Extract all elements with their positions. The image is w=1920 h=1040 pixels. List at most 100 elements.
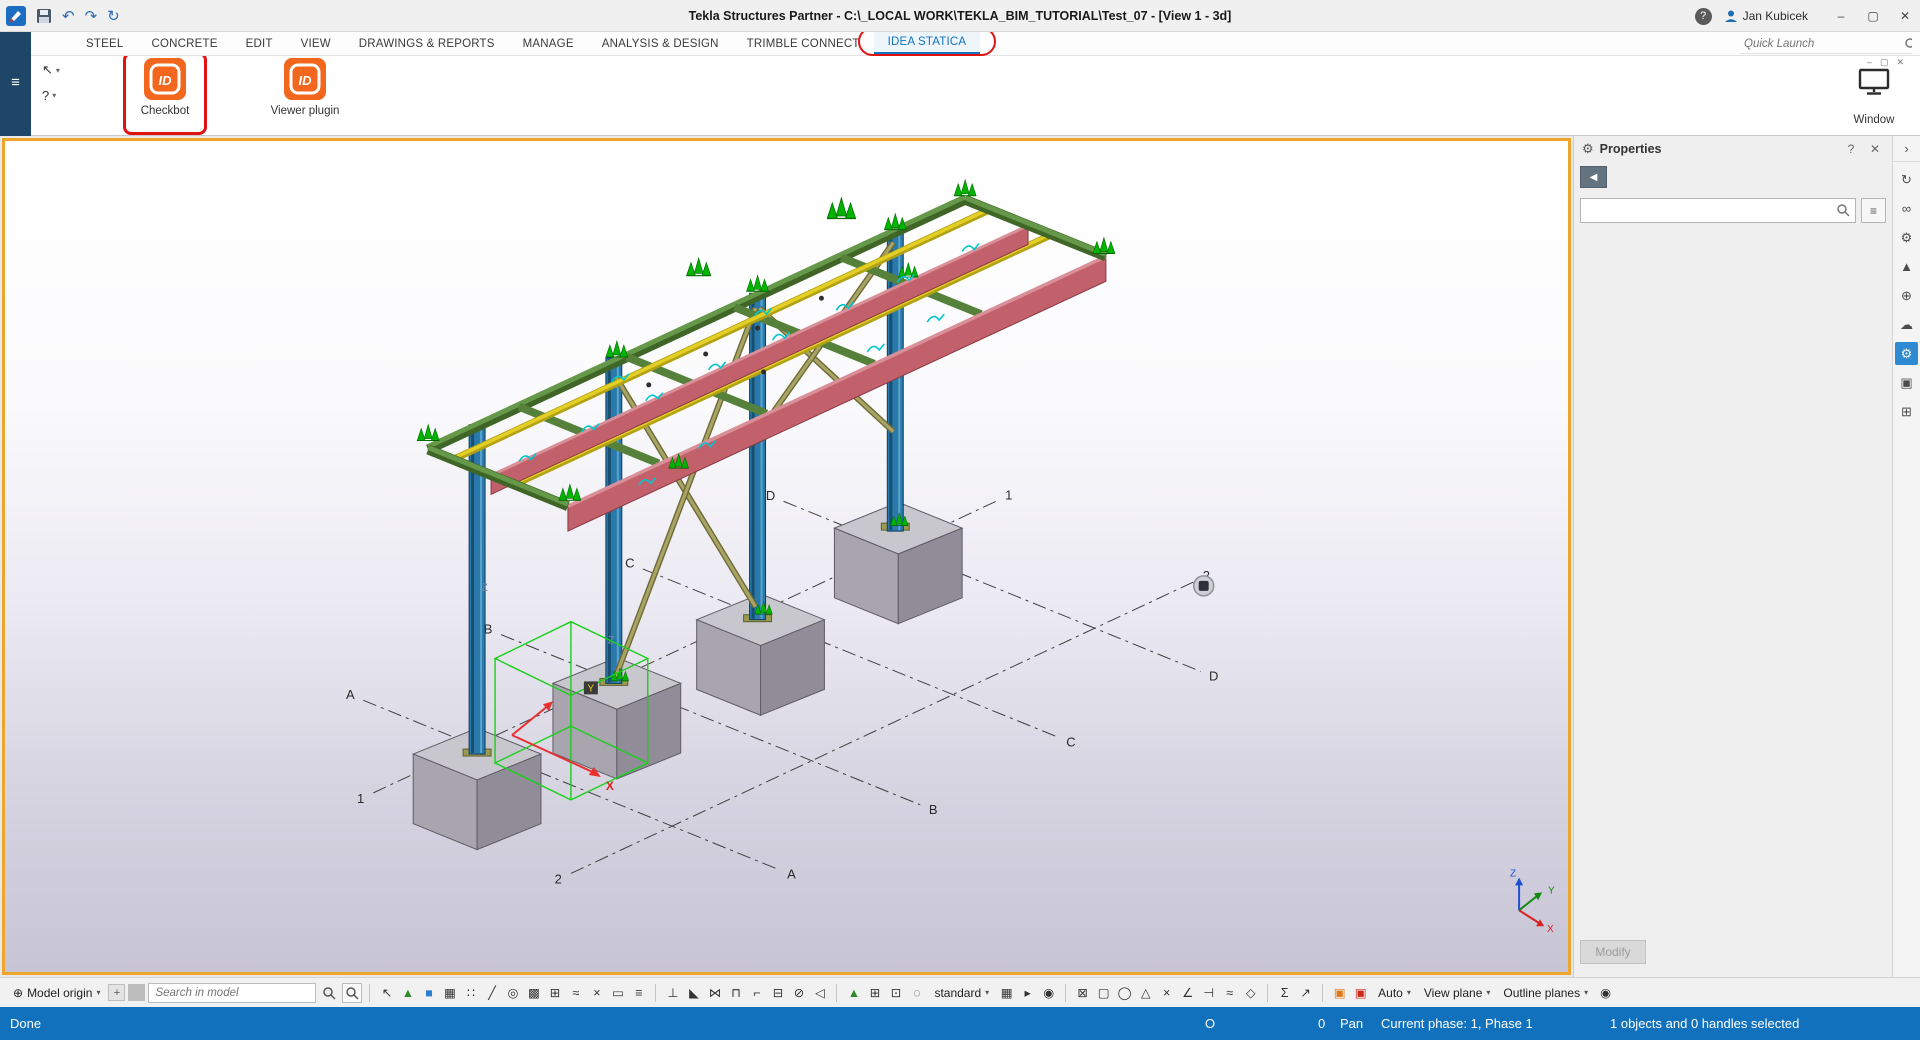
- pane-expand-icon[interactable]: ›: [1893, 136, 1920, 162]
- snap-intersection-icon[interactable]: ⋈: [705, 983, 724, 1002]
- view-tool-circle-icon[interactable]: ◯: [1115, 983, 1134, 1002]
- select-switch-icon[interactable]: ↖: [377, 983, 396, 1002]
- tab-idea-statica[interactable]: IDEA STATICA: [874, 32, 981, 55]
- mdi-restore-icon[interactable]: ▢: [1880, 57, 1889, 68]
- model-search-options-button[interactable]: [342, 983, 362, 1003]
- rotation-center-icon[interactable]: [1194, 576, 1214, 596]
- close-button[interactable]: ✕: [1890, 2, 1920, 30]
- mdi-minimize-icon[interactable]: –: [1867, 57, 1872, 68]
- select-grids-icon[interactable]: ⊞: [545, 983, 564, 1002]
- column-3[interactable]: [750, 293, 766, 619]
- snap-nearest-icon[interactable]: ◁: [810, 983, 829, 1002]
- cut-plane-tool-icon[interactable]: ▣: [1351, 983, 1370, 1002]
- view-tool-angle-icon[interactable]: ∠: [1178, 983, 1197, 1002]
- viewer-plugin-button[interactable]: ID Viewer plugin: [266, 58, 344, 134]
- save-icon[interactable]: [36, 8, 52, 24]
- tab-steel[interactable]: STEEL: [72, 32, 137, 55]
- properties-list-button[interactable]: ≡: [1861, 198, 1886, 223]
- select-surfaces-icon[interactable]: ◎: [503, 983, 522, 1002]
- learning-icon[interactable]: ▲: [1895, 255, 1918, 278]
- help-icon[interactable]: ?: [1695, 8, 1712, 25]
- tab-drawings-reports[interactable]: DRAWINGS & REPORTS: [345, 32, 509, 55]
- tab-concrete[interactable]: CONCRETE: [137, 32, 231, 55]
- window-icon[interactable]: [1857, 68, 1891, 96]
- modify-button[interactable]: Modify: [1580, 940, 1646, 964]
- panel-close-icon[interactable]: ✕: [1866, 142, 1884, 156]
- tab-analysis-design[interactable]: ANALYSIS & DESIGN: [588, 32, 733, 55]
- snap-corner-icon[interactable]: ⌐: [747, 983, 766, 1002]
- file-menu-strip[interactable]: ≡: [0, 32, 31, 136]
- visibility-eye-icon[interactable]: ◉: [1596, 983, 1615, 1002]
- snap-filter-icon[interactable]: ▲: [398, 983, 417, 1002]
- view-tool-wave-icon[interactable]: ≈: [1220, 983, 1239, 1002]
- model-viewport[interactable]: AABBCCDD1122: [2, 138, 1571, 975]
- select-views-icon[interactable]: ▭: [608, 983, 627, 1002]
- tekla-online-icon[interactable]: ⊕: [1895, 284, 1918, 307]
- tab-view[interactable]: VIEW: [287, 32, 345, 55]
- select-components-icon[interactable]: ▦: [440, 983, 459, 1002]
- tab-edit[interactable]: EDIT: [232, 32, 287, 55]
- applications-icon[interactable]: ⊞: [1895, 400, 1918, 423]
- link-icon[interactable]: ∞: [1895, 197, 1918, 220]
- model-origin-dropdown[interactable]: ⊕ Model origin ▾: [8, 982, 105, 1004]
- snap-grid-points-icon[interactable]: ⊞: [865, 983, 884, 1002]
- minimize-button[interactable]: –: [1826, 2, 1856, 30]
- quick-launch[interactable]: [1740, 35, 1912, 54]
- mdi-close-icon[interactable]: ✕: [1896, 57, 1904, 68]
- help-tool-button[interactable]: ? ▾: [42, 88, 60, 103]
- tab-manage[interactable]: MANAGE: [509, 32, 588, 55]
- quick-launch-input[interactable]: [1740, 38, 1904, 50]
- auto-dropdown[interactable]: Auto ▾: [1373, 982, 1416, 1004]
- select-meshes-icon[interactable]: ▩: [524, 983, 543, 1002]
- user-account[interactable]: Jan Kubicek: [1724, 9, 1808, 23]
- snap-perpendicular-icon[interactable]: ⊥: [663, 983, 682, 1002]
- view-tool-box-icon[interactable]: ▢: [1094, 983, 1113, 1002]
- view-tool-cross-icon[interactable]: ×: [1157, 983, 1176, 1002]
- clip-plane-tool-icon[interactable]: ▣: [1330, 983, 1349, 1002]
- snap-midpoint-icon[interactable]: ⊓: [726, 983, 745, 1002]
- history-icon[interactable]: ↻: [107, 7, 120, 25]
- view-tool-diamond-icon[interactable]: ◇: [1241, 983, 1260, 1002]
- redo-icon[interactable]: ↷: [85, 7, 98, 25]
- measure-tool-icon[interactable]: ↗: [1296, 983, 1315, 1002]
- select-cuts-icon[interactable]: ×: [587, 983, 606, 1002]
- snap-reference-icon[interactable]: ▲: [844, 983, 863, 1002]
- refresh-icon[interactable]: ↻: [1895, 168, 1918, 191]
- 3d-scene[interactable]: AABBCCDD1122: [5, 141, 1568, 972]
- trimble-connect-icon[interactable]: ☁: [1895, 313, 1918, 336]
- add-point-button[interactable]: +: [108, 984, 125, 1001]
- view-tool-axis-icon[interactable]: ⊣: [1199, 983, 1218, 1002]
- filter-tool-icon[interactable]: Σ: [1275, 983, 1294, 1002]
- gear-help-icon[interactable]: ⚙: [1895, 226, 1918, 249]
- panel-help-icon[interactable]: ?: [1842, 142, 1860, 156]
- snap-center-icon[interactable]: ⊟: [768, 983, 787, 1002]
- deck[interactable]: [428, 197, 1106, 531]
- select-lines-icon[interactable]: ≡: [629, 983, 648, 1002]
- panel-back-button[interactable]: ◀: [1580, 166, 1607, 188]
- checkbot-button[interactable]: ID Checkbot: [126, 58, 204, 134]
- maximize-button[interactable]: ▢: [1858, 2, 1888, 30]
- undo-icon[interactable]: ↶: [62, 7, 75, 25]
- snap-angle-icon[interactable]: ◣: [684, 983, 703, 1002]
- tab-trimble-connect[interactable]: TRIMBLE CONNECT: [733, 32, 874, 55]
- properties-search-input[interactable]: [1580, 198, 1856, 223]
- view-plane-dropdown[interactable]: View plane ▾: [1419, 982, 1496, 1004]
- outline-planes-dropdown[interactable]: Outline planes ▾: [1498, 982, 1593, 1004]
- properties-gear-icon[interactable]: ⚙: [1895, 342, 1918, 365]
- snap-profile-dropdown[interactable]: standard ▾: [929, 982, 994, 1004]
- select-objects-icon[interactable]: ■: [419, 983, 438, 1002]
- view-tool-triangle-icon[interactable]: △: [1136, 983, 1155, 1002]
- origin-toggle-button[interactable]: [128, 984, 145, 1001]
- view-tool-fit-icon[interactable]: ⊠: [1073, 983, 1092, 1002]
- snap-off-icon[interactable]: ⊘: [789, 983, 808, 1002]
- components-icon[interactable]: ▣: [1895, 371, 1918, 394]
- snap-free-icon[interactable]: ◌: [907, 983, 926, 1002]
- select-points-icon[interactable]: ∷: [461, 983, 480, 1002]
- select-tool-button[interactable]: ↖ ▾: [42, 62, 60, 78]
- model-search-input[interactable]: [148, 983, 316, 1003]
- model-search-button[interactable]: [319, 983, 339, 1003]
- snap-any-points-icon[interactable]: ⊡: [886, 983, 905, 1002]
- visibility-tool-icon[interactable]: ◉: [1039, 983, 1058, 1002]
- pointer-tool-icon[interactable]: ▸: [1018, 983, 1037, 1002]
- select-welds-icon[interactable]: ≈: [566, 983, 585, 1002]
